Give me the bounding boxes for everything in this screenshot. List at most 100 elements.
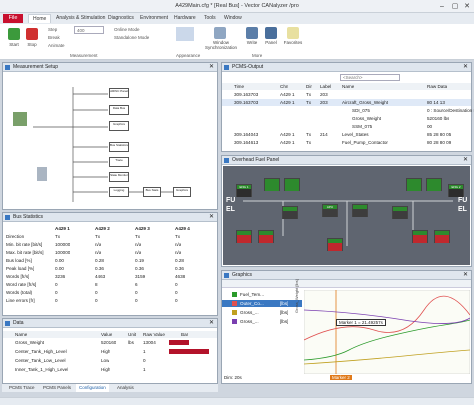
- signal-row[interactable]: Gross_... [lbs]: [222, 318, 302, 325]
- step-button[interactable]: Step: [48, 27, 57, 32]
- trace-row[interactable]: 309.163703 A429 1 Tx 203 Aircraft_Gross_Weig…: [222, 99, 471, 106]
- crossfeed-2[interactable]: [352, 204, 368, 217]
- tab-pcms-trace[interactable]: PCMS Trace: [6, 384, 38, 392]
- bus-stats-cell: 6: [135, 282, 138, 287]
- node-arinc-panel[interactable]: ARINC Panel: [109, 88, 129, 98]
- tank-left-b[interactable]: [258, 230, 274, 243]
- data-row[interactable]: Gross_Weight 520160 lbs 13004: [3, 339, 217, 346]
- close-icon[interactable]: ✕: [463, 156, 468, 165]
- minimize-icon[interactable]: –: [436, 2, 448, 11]
- bus-stats-cell: Bus load [%]: [6, 258, 32, 263]
- data-cell-value: Low: [101, 358, 110, 363]
- tank-right-b[interactable]: [434, 230, 450, 243]
- break-button[interactable]: Break: [48, 35, 60, 40]
- menu-environment[interactable]: Environment: [136, 14, 172, 23]
- tank-left-a[interactable]: [236, 230, 252, 243]
- pump-2[interactable]: [284, 178, 300, 191]
- start-icon[interactable]: [8, 28, 20, 40]
- tab-pcms-panels[interactable]: PCMS Panels: [40, 384, 74, 392]
- marker-tag[interactable]: Marker 2: [330, 375, 352, 380]
- tank-right-a[interactable]: [412, 230, 428, 243]
- maximize-icon[interactable]: ▢: [449, 2, 461, 11]
- trace-row[interactable]: 309.164043 A429 1 Tx 214 Level_States 85 28 8…: [222, 131, 471, 138]
- menu-window[interactable]: Window: [220, 14, 246, 23]
- close-icon[interactable]: ✕: [209, 213, 214, 222]
- node-logging[interactable]: Logging: [109, 187, 129, 197]
- node-bus-statistics[interactable]: Bus Statistics: [109, 142, 129, 152]
- node-data-bus[interactable]: Data Bus: [109, 105, 129, 115]
- crossfeed-1[interactable]: [282, 206, 298, 219]
- speed-field[interactable]: 400: [74, 26, 104, 34]
- stop-icon[interactable]: [26, 28, 38, 40]
- animate-button[interactable]: Animate: [48, 43, 65, 48]
- bus-stats-cell: Tx: [135, 234, 141, 239]
- stop-label: Stop: [27, 42, 37, 47]
- bus-stats-row: Bus load [%] 0.00 0.28 0.19 0.28: [3, 257, 217, 264]
- close-icon[interactable]: ✕: [463, 63, 468, 72]
- bus-stats-cell: Peak load [%]: [6, 266, 35, 271]
- bus-stats-row: Line errors [fr] 0 0 0 0: [3, 297, 217, 304]
- favorites-icon[interactable]: [287, 27, 299, 39]
- trace-row[interactable]: 309.163703 A429 1 Tx 203: [222, 91, 471, 98]
- signal-row[interactable]: Outer_Co... [lbs]: [222, 300, 302, 307]
- appearance-icons[interactable]: [176, 27, 194, 41]
- signal-color-swatch: [232, 310, 237, 315]
- file-menu[interactable]: File: [3, 14, 23, 23]
- pump-4[interactable]: [426, 178, 442, 191]
- eng1-button[interactable]: ENG 1: [236, 184, 252, 197]
- menu-home[interactable]: Home: [28, 14, 52, 23]
- standalone-mode-button[interactable]: Standalone Mode: [114, 35, 149, 40]
- close-icon[interactable]: ✕: [209, 319, 214, 328]
- group-appearance: Appearance: [176, 53, 201, 58]
- pump-3[interactable]: [406, 178, 422, 191]
- node-bus-stats[interactable]: Bus Stats: [143, 187, 161, 197]
- window-sync-icon[interactable]: [214, 27, 226, 39]
- close-icon[interactable]: ✕: [209, 63, 214, 72]
- bus-stats-row: Words (total) 0 0 0 0: [3, 289, 217, 296]
- node-state-monitor[interactable]: State Monitor: [109, 172, 129, 182]
- trace-row[interactable]: SSM_075 00: [222, 123, 471, 130]
- tank-center[interactable]: [327, 238, 343, 251]
- close-icon[interactable]: ✕: [463, 271, 468, 280]
- bus-stats-cell: 0: [55, 290, 58, 295]
- trace-row[interactable]: SDI_075 0 : Source/Destination Identifier: [222, 107, 474, 114]
- graphics-toolbar[interactable]: [222, 280, 471, 288]
- tab-analysis[interactable]: Analysis: [114, 384, 137, 392]
- signal-row[interactable]: Fuel_Tem...: [222, 291, 302, 298]
- trace-cell: 00: [427, 124, 433, 129]
- apu-button[interactable]: APU: [322, 204, 338, 217]
- data-row[interactable]: Center_Tank_Low_Level Low 0: [3, 357, 217, 364]
- panel-label: Panel: [265, 40, 277, 45]
- data-row[interactable]: Center_Tank_High_Level High 1: [3, 348, 217, 355]
- trace-cell: 203: [320, 92, 328, 97]
- trace-cell: Gross_Weight: [352, 116, 382, 121]
- fuel-panel-title: Overhead Fuel Panel: [232, 157, 280, 163]
- pump-1[interactable]: [264, 178, 280, 191]
- data-cell-name: Gross_Weight: [15, 340, 45, 345]
- crossfeed-3[interactable]: [392, 206, 408, 219]
- trace-cell: A429 1: [280, 92, 295, 97]
- online-mode-button[interactable]: Online Mode: [114, 27, 140, 32]
- signal-row[interactable]: Gross_... [lbs]: [222, 309, 302, 316]
- menu-hardware[interactable]: Hardware: [170, 14, 200, 23]
- menu-diagnostics[interactable]: Diagnostics: [104, 14, 138, 23]
- close-icon[interactable]: ✕: [461, 2, 473, 11]
- trace-row[interactable]: Gross_Weight 520160 lbs: [222, 115, 471, 122]
- data-cell-value: High: [101, 367, 111, 372]
- write-icon[interactable]: [246, 27, 258, 39]
- node-graphics-2[interactable]: Graphics: [173, 187, 191, 197]
- trace-cell: 214: [320, 132, 328, 137]
- menu-tools[interactable]: Tools: [200, 14, 220, 23]
- data-row[interactable]: Inner_Tank_1_High_Level High 1: [3, 366, 217, 373]
- node-trace[interactable]: Trace: [109, 157, 129, 167]
- bus-stats-cell: 0.28: [175, 258, 184, 263]
- tab-configuration[interactable]: Configuration: [76, 384, 109, 392]
- panel-icon[interactable]: [265, 27, 277, 39]
- eng2-button[interactable]: ENG 2: [448, 184, 464, 197]
- trace-search-input[interactable]: <Search>: [340, 74, 400, 81]
- trace-cell: 309.163703: [234, 92, 259, 97]
- node-graphics[interactable]: Graphics: [109, 121, 129, 131]
- group-more: More: [252, 53, 263, 58]
- menu-analysis[interactable]: Analysis & Stimulation: [52, 14, 109, 23]
- trace-row[interactable]: 309.164613 A429 1 Tx Fuel_Pump_Contactor 80 …: [222, 139, 471, 146]
